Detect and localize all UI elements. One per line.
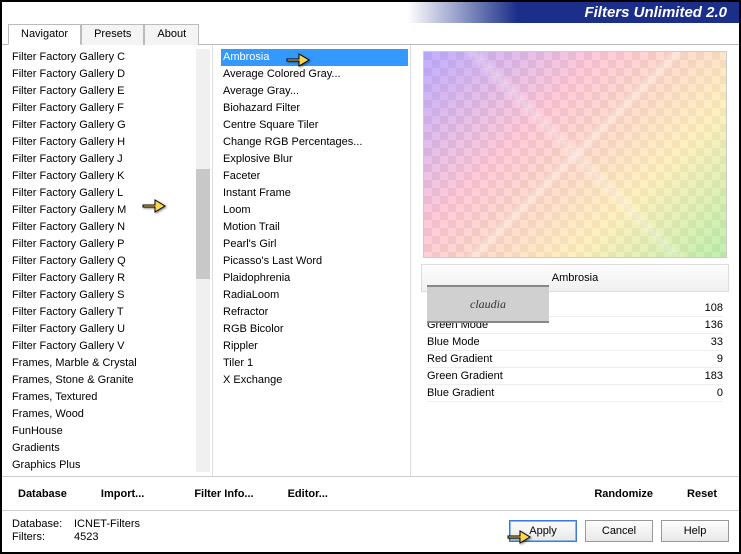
- tab-row: Navigator Presets About: [2, 23, 739, 45]
- scroll-thumb[interactable]: [196, 169, 210, 279]
- filter-item[interactable]: Change RGB Percentages...: [221, 134, 408, 151]
- filter-item[interactable]: Average Gray...: [221, 83, 408, 100]
- current-filter-name: Ambrosia: [552, 272, 598, 284]
- category-item[interactable]: Filter Factory Gallery T: [10, 304, 210, 321]
- tab-navigator[interactable]: Navigator: [8, 24, 81, 45]
- category-item[interactable]: Frames, Stone & Granite: [10, 372, 210, 389]
- main-panels: Filter Factory Gallery CFilter Factory G…: [2, 45, 739, 476]
- filter-list[interactable]: AmbrosiaAverage Colored Gray...Average G…: [213, 45, 410, 476]
- param-row[interactable]: Blue Gradient 0: [427, 385, 723, 402]
- reset-button[interactable]: Reset: [679, 484, 725, 504]
- filter-item[interactable]: Picasso's Last Word: [221, 253, 408, 270]
- db-value: ICNET-Filters: [74, 518, 140, 530]
- filter-item[interactable]: Instant Frame: [221, 185, 408, 202]
- preview-pane: Ambrosia Red Mode108Green Mode136Blue Mo…: [411, 45, 739, 476]
- filter-item[interactable]: Average Colored Gray...: [221, 66, 408, 83]
- category-scrollbar[interactable]: [196, 49, 210, 472]
- filter-item[interactable]: Biohazard Filter: [221, 100, 408, 117]
- toolbar-row: Database Import... Filter Info... Editor…: [2, 476, 739, 510]
- watermark-badge: claudia: [427, 285, 549, 323]
- tab-presets[interactable]: Presets: [81, 24, 144, 45]
- category-item[interactable]: Frames, Marble & Crystal: [10, 355, 210, 372]
- status-row: Database: ICNET-Filters Filters: 4523 Ap…: [2, 510, 739, 550]
- window-title: Filters Unlimited 2.0: [584, 4, 727, 21]
- database-button[interactable]: Database: [10, 484, 75, 504]
- category-item[interactable]: Filter Factory Gallery R: [10, 270, 210, 287]
- category-item[interactable]: Filter Factory Gallery D: [10, 66, 210, 83]
- category-item[interactable]: Filter Factory Gallery J: [10, 151, 210, 168]
- preview-image: [423, 51, 727, 258]
- editor-button[interactable]: Editor...: [280, 484, 336, 504]
- category-item[interactable]: Filter Factory Gallery C: [10, 49, 210, 66]
- category-item[interactable]: Filter Factory Gallery P: [10, 236, 210, 253]
- filter-item[interactable]: Loom: [221, 202, 408, 219]
- filter-item[interactable]: Explosive Blur: [221, 151, 408, 168]
- filter-item[interactable]: Refractor: [221, 304, 408, 321]
- category-item[interactable]: Filter Factory Gallery U: [10, 321, 210, 338]
- watermark-text: claudia: [470, 297, 506, 312]
- param-value: 136: [705, 319, 723, 331]
- randomize-button[interactable]: Randomize: [586, 484, 661, 504]
- param-name: Blue Gradient: [427, 387, 494, 399]
- category-list[interactable]: Filter Factory Gallery CFilter Factory G…: [2, 45, 212, 476]
- filter-item[interactable]: Centre Square Tiler: [221, 117, 408, 134]
- param-row[interactable]: Green Gradient 183: [427, 368, 723, 385]
- import-button[interactable]: Import...: [93, 484, 152, 504]
- category-item[interactable]: Filter Factory Gallery Q: [10, 253, 210, 270]
- category-pane: Filter Factory Gallery CFilter Factory G…: [2, 45, 213, 476]
- category-item[interactable]: Filter Factory Gallery M: [10, 202, 210, 219]
- category-item[interactable]: Frames, Wood: [10, 406, 210, 423]
- category-item[interactable]: Filter Factory Gallery L: [10, 185, 210, 202]
- help-button[interactable]: Help: [661, 520, 729, 542]
- param-value: 33: [711, 336, 723, 348]
- category-item[interactable]: Frames, Textured: [10, 389, 210, 406]
- cancel-button[interactable]: Cancel: [585, 520, 653, 542]
- filter-item[interactable]: Plaidophrenia: [221, 270, 408, 287]
- filters-count-label: Filters:: [12, 531, 68, 543]
- category-item[interactable]: Filter Factory Gallery G: [10, 117, 210, 134]
- filter-item[interactable]: Rippler: [221, 338, 408, 355]
- param-row[interactable]: Red Gradient 9: [427, 351, 723, 368]
- apply-button[interactable]: Apply: [509, 520, 577, 542]
- filter-item[interactable]: Faceter: [221, 168, 408, 185]
- filter-item[interactable]: Tiler 1: [221, 355, 408, 372]
- db-label: Database:: [12, 518, 68, 530]
- filter-item[interactable]: Pearl's Girl: [221, 236, 408, 253]
- filter-item[interactable]: Motion Trail: [221, 219, 408, 236]
- category-item[interactable]: Filter Factory Gallery S: [10, 287, 210, 304]
- param-value: 9: [717, 353, 723, 365]
- category-item[interactable]: Graphics Plus: [10, 457, 210, 474]
- category-item[interactable]: Filter Factory Gallery V: [10, 338, 210, 355]
- filters-count-value: 4523: [74, 531, 98, 543]
- title-bar: Filters Unlimited 2.0: [2, 2, 739, 24]
- param-value: 0: [717, 387, 723, 399]
- param-name: Red Gradient: [427, 353, 492, 365]
- category-item[interactable]: Filter Factory Gallery N: [10, 219, 210, 236]
- category-item[interactable]: Gradients: [10, 440, 210, 457]
- filter-info-button[interactable]: Filter Info...: [186, 484, 261, 504]
- category-item[interactable]: Filter Factory Gallery H: [10, 134, 210, 151]
- filter-item[interactable]: X Exchange: [221, 372, 408, 389]
- filter-item[interactable]: Ambrosia: [221, 49, 408, 66]
- param-name: Green Gradient: [427, 370, 503, 382]
- category-item[interactable]: Filter Factory Gallery K: [10, 168, 210, 185]
- param-value: 108: [705, 302, 723, 314]
- window: Filters Unlimited 2.0 Navigator Presets …: [0, 0, 741, 554]
- filter-pane: AmbrosiaAverage Colored Gray...Average G…: [213, 45, 411, 476]
- filter-item[interactable]: RadiaLoom: [221, 287, 408, 304]
- param-name: Blue Mode: [427, 336, 480, 348]
- param-value: 183: [705, 370, 723, 382]
- parameters-panel: Red Mode108Green Mode136Blue Mode33Red G…: [421, 296, 729, 476]
- category-item[interactable]: Filter Factory Gallery F: [10, 100, 210, 117]
- category-item[interactable]: FunHouse: [10, 423, 210, 440]
- param-row[interactable]: Blue Mode 33: [427, 334, 723, 351]
- status-left: Database: ICNET-Filters Filters: 4523: [12, 518, 140, 543]
- filter-item[interactable]: RGB Bicolor: [221, 321, 408, 338]
- category-item[interactable]: Filter Factory Gallery E: [10, 83, 210, 100]
- tab-about[interactable]: About: [144, 24, 199, 45]
